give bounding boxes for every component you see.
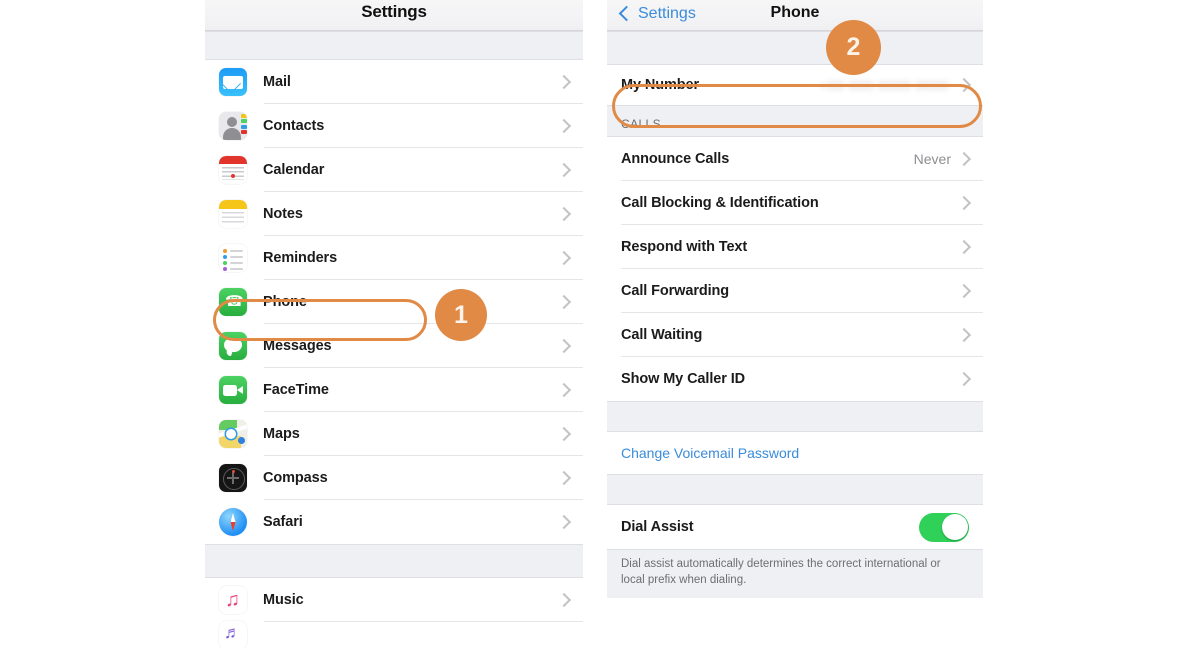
settings-row-label: Safari [263,514,303,530]
step-badge-2: 2 [826,20,881,75]
settings-row-compass[interactable]: Compass [205,456,583,500]
dial-assist-toggle[interactable] [919,512,969,542]
settings-row-facetime[interactable]: FaceTime [205,368,583,412]
chevron-right-icon [956,195,972,211]
chevron-right-icon [556,250,572,266]
my-number-row[interactable]: My Number +00 000 0000 0000 [607,65,983,105]
my-number-label: My Number [621,77,700,93]
show-my-caller-id-row[interactable]: Show My Caller ID [607,357,983,401]
call-waiting-row[interactable]: Call Waiting [607,313,983,357]
row-label: Show My Caller ID [621,371,745,387]
dial-assist-row[interactable]: Dial Assist [607,505,983,549]
row-label: Call Waiting [621,327,703,343]
settings-row-music[interactable]: ♫ Music [205,578,583,622]
chevron-right-icon [556,118,572,134]
chevron-right-icon [956,77,972,93]
chevron-right-icon [556,470,572,486]
group-spacer-dial [607,474,983,505]
settings-row-label: Contacts [263,118,325,134]
settings-row-calendar[interactable]: Calendar [205,148,583,192]
settings-row-label: Maps [263,426,300,442]
chevron-right-icon [556,294,572,310]
announce-calls-row[interactable]: Announce Calls Never [607,137,983,181]
settings-row-label: Notes [263,206,303,222]
settings-row-notes[interactable]: Notes [205,192,583,236]
settings-row-label: Music [263,592,304,608]
screenshot-stage: Settings Mail Contacts Calendar Notes Re… [0,0,1200,648]
chevron-right-icon [956,371,972,387]
calendar-app-icon [219,156,247,184]
change-voicemail-password-link[interactable]: Change Voicemail Password [607,432,983,474]
settings-row-phone[interactable]: ☎ Phone [205,280,583,324]
tv-app-icon: ♬ [219,621,247,648]
dial-assist-label: Dial Assist [621,519,694,535]
group-spacer-top [607,31,983,65]
mail-app-icon [219,68,247,96]
my-number-value-redacted: +00 000 0000 0000 [819,77,949,93]
row-label: Call Forwarding [621,283,730,299]
chevron-right-icon [556,514,572,530]
chevron-right-icon [556,426,572,442]
group-spacer-middle [205,544,583,578]
chevron-right-icon [956,283,972,299]
settings-row-safari[interactable]: Safari [205,500,583,544]
chevron-right-icon [556,338,572,354]
page-title: Phone [770,4,820,21]
reminders-app-icon [219,244,247,272]
compass-app-icon [219,464,247,492]
settings-navbar: Settings [205,0,583,31]
settings-row-maps[interactable]: Maps [205,412,583,456]
settings-row-label: Calendar [263,162,325,178]
phone-navbar: Settings Phone [607,0,983,31]
settings-row-label: Mail [263,74,291,90]
chevron-right-icon [556,74,572,90]
page-title: Settings [361,2,427,21]
notes-app-icon [219,200,247,228]
call-forwarding-row[interactable]: Call Forwarding [607,269,983,313]
announce-calls-value: Never [913,151,951,167]
row-label: Respond with Text [621,239,748,255]
settings-row-contacts[interactable]: Contacts [205,104,583,148]
chevron-right-icon [956,327,972,343]
chevron-right-icon [956,239,972,255]
facetime-app-icon [219,376,247,404]
settings-row-partial[interactable]: ♬ [205,621,583,648]
settings-row-label: FaceTime [263,382,329,398]
call-blocking-row[interactable]: Call Blocking & Identification [607,181,983,225]
maps-app-icon [219,420,247,448]
chevron-right-icon [556,206,572,222]
settings-row-reminders[interactable]: Reminders [205,236,583,280]
phone-settings-panel: Settings Phone My Number +00 000 0000 00… [607,0,983,648]
settings-row-label: Messages [263,338,332,354]
safari-app-icon [219,508,247,536]
chevron-right-icon [556,162,572,178]
step-badge-1: 1 [435,289,487,341]
music-app-icon: ♫ [219,586,247,614]
chevron-right-icon [956,151,972,167]
respond-with-text-row[interactable]: Respond with Text [607,225,983,269]
calls-section-header: CALLS [607,105,983,137]
dial-assist-note: Dial assist automatically determines the… [607,549,983,599]
chevron-right-icon [556,382,572,398]
settings-panel: Settings Mail Contacts Calendar Notes Re… [205,0,583,648]
phone-app-icon: ☎ [219,288,247,316]
settings-row-label: Compass [263,470,328,486]
settings-row-label: Phone [263,294,307,310]
group-spacer-top [205,31,583,60]
settings-row-messages[interactable]: Messages [205,324,583,368]
row-label: Call Blocking & Identification [621,195,819,211]
group-spacer-voicemail [607,401,983,432]
chevron-right-icon [556,592,572,608]
row-label: Announce Calls [621,151,730,167]
contacts-app-icon [219,112,247,140]
settings-row-mail[interactable]: Mail [205,60,583,104]
messages-app-icon [219,332,247,360]
settings-row-label: Reminders [263,250,338,266]
